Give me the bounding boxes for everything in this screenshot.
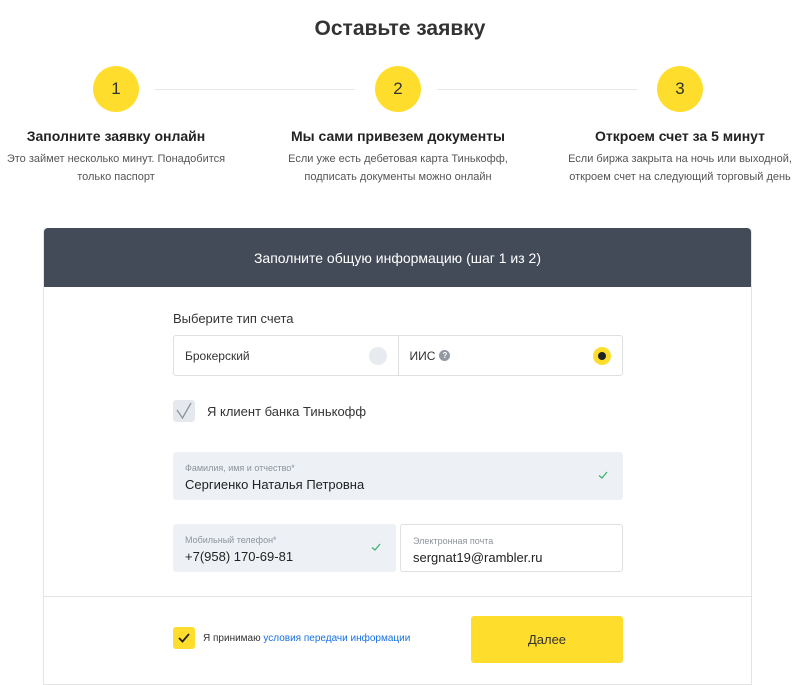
steps-progress: 1 Заполните заявку онлайн Это займет нес…	[0, 66, 800, 196]
step-1: 1 Заполните заявку онлайн Это займет нес…	[0, 66, 236, 186]
step-title: Заполните заявку онлайн	[26, 128, 206, 144]
phone-field[interactable]: Мобильный телефон*	[173, 524, 396, 572]
bank-client-checkbox-row[interactable]: Я клиент банка Тинькофф	[173, 400, 366, 422]
full-name-field[interactable]: Фамилия, имя и отчество*	[173, 452, 623, 500]
email-input[interactable]	[413, 550, 590, 565]
email-field[interactable]: Электронная почта	[400, 524, 623, 572]
step-2: 2 Мы сами привезем документы Если уже ес…	[278, 66, 518, 186]
question-icon[interactable]: ?	[439, 350, 451, 361]
consent-prefix: Я принимаю	[203, 632, 264, 644]
step-number: 2	[375, 66, 421, 112]
full-name-label: Фамилия, имя и отчество*	[185, 463, 295, 473]
phone-input[interactable]	[185, 549, 364, 564]
phone-label: Мобильный телефон*	[185, 535, 277, 545]
step-3: 3 Откроем счет за 5 минут Если биржа зак…	[560, 66, 800, 186]
bank-client-checkbox[interactable]	[173, 400, 195, 422]
checkmark-icon	[178, 633, 190, 643]
valid-check-icon	[371, 543, 381, 551]
account-type-label-brokerage: Брокерский	[185, 348, 250, 363]
application-form: Заполните общую информацию (шаг 1 из 2) …	[43, 228, 752, 685]
full-name-input[interactable]	[185, 477, 591, 492]
email-label: Электронная почта	[413, 536, 494, 546]
next-button[interactable]: Далее	[471, 616, 623, 663]
step-description: Если биржа закрыта на ночь или выходной,…	[568, 153, 792, 183]
step-number: 3	[657, 66, 703, 112]
radio-selected-icon[interactable]	[593, 347, 611, 365]
step-number: 1	[93, 66, 139, 112]
step-title: Мы сами привезем документы	[290, 128, 505, 144]
page-title: Оставьте заявку	[314, 17, 486, 40]
checkmark-icon	[176, 402, 192, 420]
consent-terms-link[interactable]: условия передачи информации	[263, 633, 410, 644]
account-type-selector: Брокерский ИИС ?	[173, 335, 623, 376]
step-description: Если уже есть дебетовая карта Тинькофф, …	[288, 153, 508, 183]
consent-checkbox[interactable]	[173, 627, 195, 649]
valid-check-icon	[598, 471, 608, 479]
bank-client-label: Я клиент банка Тинькофф	[207, 403, 367, 419]
consent-row[interactable]: Я принимаю условия передачи информации	[173, 627, 410, 649]
divider	[44, 596, 751, 597]
account-type-label-iis: ИИС	[409, 348, 436, 363]
form-header: Заполните общую информацию (шаг 1 из 2)	[44, 228, 751, 287]
consent-text: Я принимаю условия передачи информации	[203, 633, 410, 644]
account-type-brokerage[interactable]: Брокерский	[174, 336, 398, 375]
step-description: Это займет несколько минут. Понадобится …	[6, 153, 226, 183]
account-type-label: Выберите тип счета	[173, 311, 294, 326]
radio-icon[interactable]	[368, 347, 387, 365]
account-type-iis[interactable]: ИИС ?	[397, 336, 623, 375]
step-title: Откроем счет за 5 минут	[595, 128, 765, 144]
